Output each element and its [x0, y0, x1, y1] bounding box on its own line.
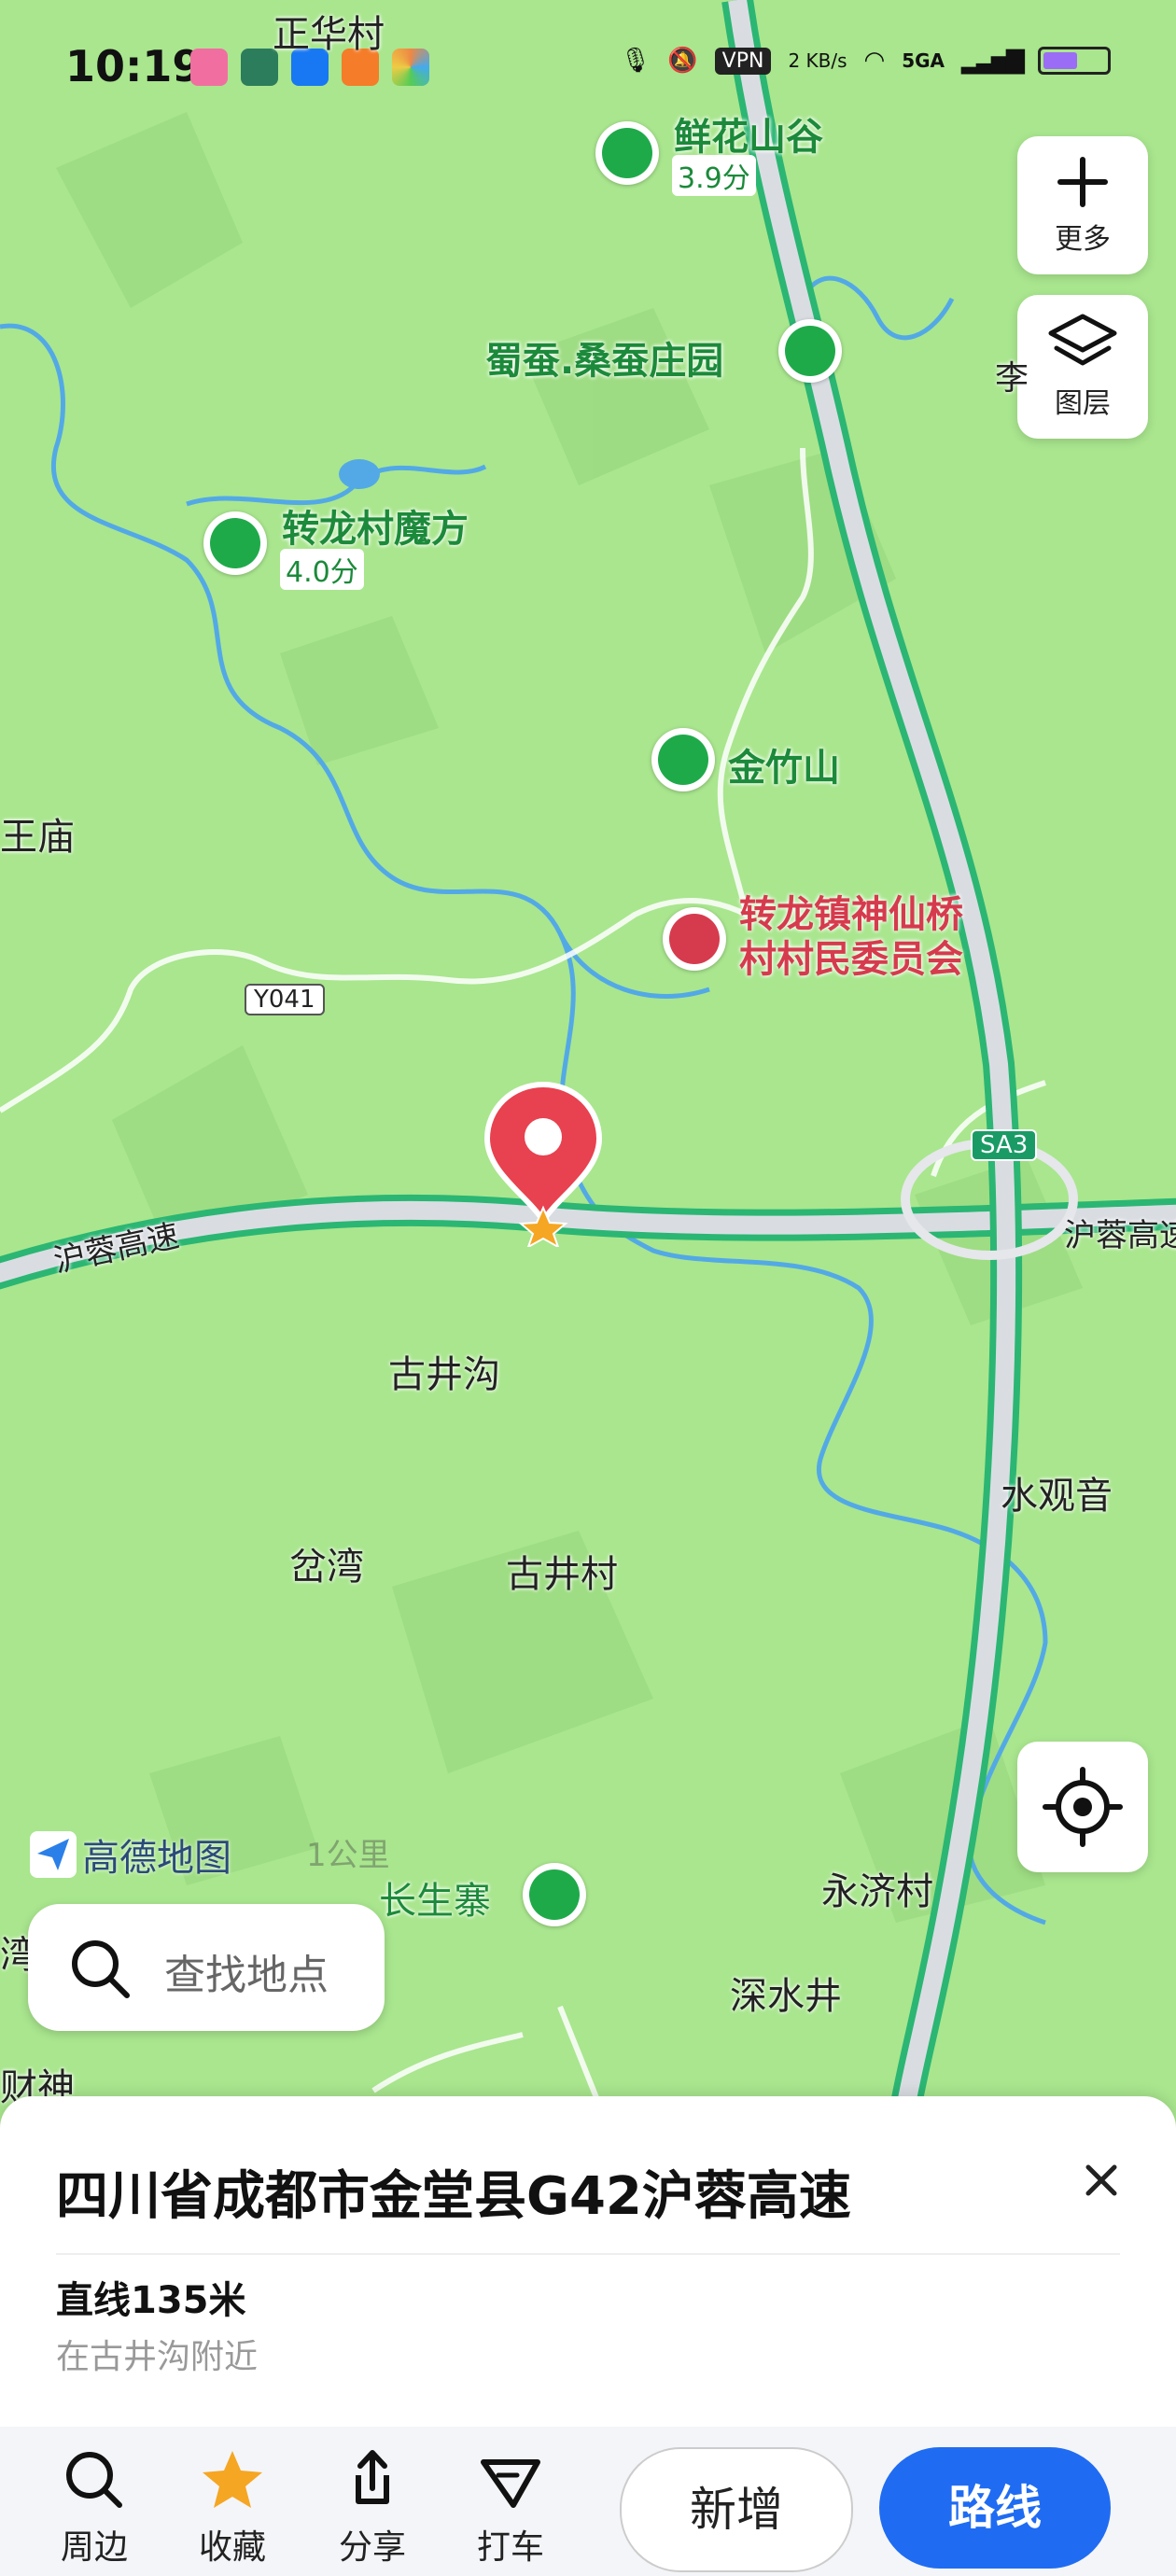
poi-xianhua-name[interactable]: 鲜花山谷	[674, 106, 823, 161]
panel-nearby: 在古井沟附近	[56, 2338, 259, 2376]
close-icon[interactable]	[1073, 2152, 1129, 2208]
poi-zhuanlong-name[interactable]: 转龙村魔方	[282, 498, 469, 553]
search-icon	[66, 2452, 122, 2508]
layers-icon	[1048, 314, 1117, 366]
road-badge-sa3: SA3	[971, 1129, 1038, 1161]
poi-changsheng-marker[interactable]	[523, 1863, 586, 1926]
star-icon	[203, 2451, 262, 2508]
crosshair-icon	[1043, 1767, 1123, 1847]
vpn-badge: VPN	[714, 47, 772, 75]
search-icon	[72, 1940, 130, 1998]
panel-distance: 直线135米	[56, 2279, 246, 2322]
status-time: 10:19	[65, 41, 203, 91]
route-button[interactable]: 路线	[879, 2447, 1111, 2569]
wifi-icon: ◠	[863, 47, 886, 75]
amap-arrow-icon	[30, 1831, 77, 1878]
road-badge-y041: Y041	[245, 984, 325, 1015]
poi-committee-line1: 转龙镇神仙桥	[739, 893, 963, 936]
favorite-label: 收藏	[198, 2528, 266, 2567]
map-scale: 1公里	[306, 1837, 390, 1874]
poi-committee-name[interactable]: 转龙镇神仙桥 村村民委员会	[739, 892, 963, 982]
status-right: 🎙 🔕 VPN 2 KB/s ◠ 5GA ▂▃▅▇	[620, 47, 1111, 75]
battery-icon	[1038, 47, 1111, 75]
label-chawan: 岔湾	[289, 1546, 364, 1589]
layers-button[interactable]: 图层	[1017, 295, 1148, 439]
amap-logo: 高德地图	[30, 1827, 231, 1882]
more-button[interactable]: 更多	[1017, 136, 1148, 274]
label-yongjicun: 永济村	[821, 1870, 933, 1913]
poi-committee-line2: 村村民委员会	[739, 938, 963, 981]
share-action[interactable]: 分享	[321, 2447, 424, 2569]
label-gujinggou: 古井沟	[388, 1353, 500, 1396]
poi-jinzhu-name[interactable]: 金竹山	[728, 737, 840, 791]
location-pin[interactable]	[482, 1081, 605, 1247]
road-label-hurong-right: 沪蓉高速	[1064, 1217, 1176, 1254]
location-panel: 四川省成都市金堂县G42沪蓉高速 直线135米 在古井沟附近 周边 收藏 分享 …	[0, 2096, 1176, 2576]
label-wangmiao: 王庙	[0, 816, 75, 859]
poi-zhuanlong-rating: 4.0分	[280, 549, 364, 590]
panel-title: 四川省成都市金堂县G42沪蓉高速	[56, 2166, 851, 2227]
brand-label: 高德地图	[82, 1837, 231, 1880]
network-speed: 2 KB/s	[788, 49, 847, 72]
share-icon	[356, 2450, 389, 2504]
signal-icon: ▂▃▅▇	[961, 47, 1025, 75]
poi-zhuanlong-marker[interactable]	[203, 511, 267, 575]
bilibili-icon	[190, 49, 228, 86]
action-bar: 周边 收藏 分享 打车 新增 路线	[0, 2427, 1176, 2576]
nearby-action[interactable]: 周边	[43, 2447, 146, 2569]
label-shuiguanyin: 水观音	[1001, 1475, 1113, 1518]
label-li: 李	[995, 359, 1029, 398]
favorite-action[interactable]: 收藏	[181, 2447, 284, 2569]
search-placeholder: 查找地点	[164, 1952, 329, 1999]
poi-shucan-name[interactable]: 蜀蚕.桑蚕庄园	[485, 330, 723, 385]
share-label: 分享	[338, 2528, 406, 2567]
label-gujingcun: 古井村	[506, 1553, 618, 1596]
poi-xianhua-rating: 3.9分	[672, 155, 756, 196]
signal-label: 5GA	[902, 49, 945, 72]
label-shenshuijing: 深水井	[730, 1975, 842, 2018]
mic-icon: 🎙	[620, 47, 651, 75]
poi-xianhua-marker[interactable]	[595, 121, 659, 185]
taxi-label: 打车	[476, 2528, 544, 2567]
locate-button[interactable]	[1017, 1742, 1148, 1872]
nearby-label: 周边	[60, 2528, 128, 2567]
label-changsheng[interactable]: 长生寨	[379, 1870, 491, 1925]
taxi-action[interactable]: 打车	[459, 2447, 562, 2569]
poi-shucan-marker[interactable]	[778, 319, 842, 383]
more-label: 更多	[1055, 223, 1111, 256]
label-top-village: 正华村	[273, 13, 385, 56]
add-button[interactable]: 新增	[620, 2447, 853, 2572]
status-bar: 10:19 🎙 🔕 VPN 2 KB/s ◠ 5GA ▂▃▅▇	[0, 0, 1176, 140]
poi-jinzhu-marker[interactable]	[651, 728, 715, 791]
mute-icon: 🔕	[667, 47, 698, 75]
layers-label: 图层	[1055, 387, 1111, 420]
poi-committee-marker[interactable]	[663, 907, 726, 971]
plus-icon	[1057, 157, 1108, 207]
taxi-icon	[481, 2459, 540, 2508]
search-box[interactable]: 查找地点	[28, 1904, 385, 2031]
app-icon-color	[392, 49, 429, 86]
panel-divider	[56, 2253, 1120, 2255]
